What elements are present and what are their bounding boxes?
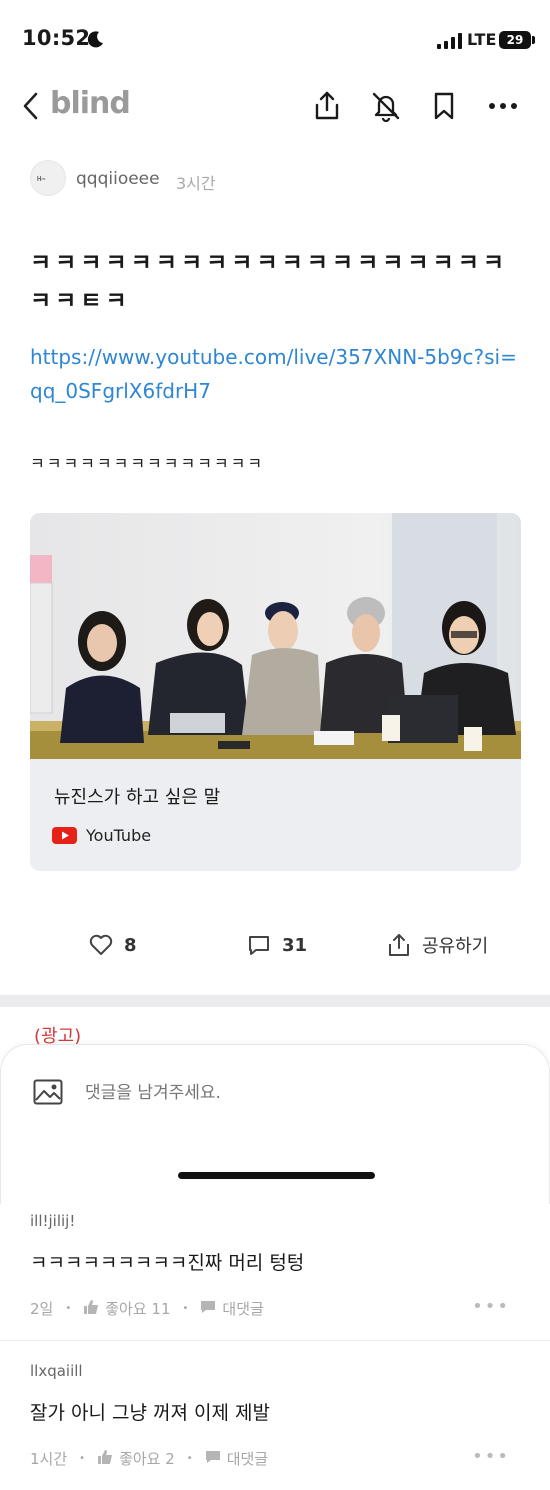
youtube-icon xyxy=(52,827,77,844)
comment-like-label: 좋아요 2 xyxy=(119,1450,175,1468)
card-source: YouTube xyxy=(86,826,152,845)
moon-icon xyxy=(87,31,103,48)
nav-bar: blind xyxy=(0,80,550,132)
comment-count: 31 xyxy=(282,934,308,956)
bell-off-icon[interactable] xyxy=(370,90,402,122)
comment-text: 잘가 아니 그냥 꺼져 이제 제발 xyxy=(30,1402,270,1424)
more-icon[interactable] xyxy=(487,90,519,122)
post-actions: 8 31 공유하기 xyxy=(0,925,550,965)
share-icon[interactable] xyxy=(311,90,343,122)
avatar: H⋯ xyxy=(30,160,66,196)
thumbs-up-icon xyxy=(98,1450,113,1464)
like-count: 8 xyxy=(124,934,137,956)
post-body: ㅋㅋㅋㅋㅋㅋㅋㅋㅋㅋㅋㅋㅋㅋ xyxy=(30,454,265,473)
like-button[interactable]: 8 xyxy=(88,929,137,961)
status-time: 10:52 xyxy=(22,26,91,50)
battery-icon: 29 xyxy=(499,31,531,49)
meta-separator: • xyxy=(79,1453,86,1464)
post-title: ㅋㅋㅋㅋㅋㅋㅋㅋㅋㅋㅋㅋㅋㅋㅋㅋㅋㅋㅋㅋㅋㅌㅋ xyxy=(30,250,509,314)
video-thumbnail xyxy=(30,513,521,759)
comment-time: 2일 xyxy=(30,1300,54,1318)
comment-like-button[interactable]: 좋아요 2 xyxy=(97,1448,175,1469)
comment-divider xyxy=(0,1340,550,1341)
image-icon[interactable] xyxy=(33,1079,63,1105)
comment-user[interactable]: ill!jilij! xyxy=(30,1212,75,1230)
status-bar: 10:52 LTE 29 xyxy=(0,0,550,80)
post-time: 3시간 xyxy=(176,174,216,193)
network-label: LTE xyxy=(467,30,497,49)
meta-separator: • xyxy=(182,1303,189,1314)
share-button[interactable]: 공유하기 xyxy=(386,929,488,961)
comment-meta: 2일 • 좋아요 11 • 대댓글 xyxy=(30,1298,264,1319)
author-name[interactable]: qqqiioeee xyxy=(76,169,160,189)
comment-time: 1시간 xyxy=(30,1450,68,1468)
comment-reply-button[interactable]: 대댓글 xyxy=(200,1298,264,1319)
comment-more-icon[interactable]: ••• xyxy=(472,1446,510,1467)
share-label: 공유하기 xyxy=(422,936,489,957)
home-indicator xyxy=(178,1172,375,1179)
comment-icon xyxy=(249,936,269,955)
bookmark-icon[interactable] xyxy=(428,90,460,122)
comment-reply-button[interactable]: 대댓글 xyxy=(205,1448,268,1469)
comment-meta: 1시간 • 좋아요 2 • 대댓글 xyxy=(30,1448,268,1469)
meta-separator: • xyxy=(65,1303,72,1314)
reply-icon xyxy=(205,1451,220,1463)
comment-button[interactable]: 31 xyxy=(246,929,307,961)
comment-reply-label: 대댓글 xyxy=(226,1450,269,1468)
comment-item: llxqaiill 잘가 아니 그냥 꺼져 이제 제발 1시간 • 좋아요 2 … xyxy=(0,1354,550,1490)
avatar-mark: H⋯ xyxy=(37,175,46,183)
back-icon[interactable] xyxy=(18,90,46,122)
post-link[interactable]: https://www.youtube.com/live/357XNN-5b9c… xyxy=(30,340,525,408)
share-icon xyxy=(389,934,409,956)
reply-icon xyxy=(201,1301,216,1313)
link-preview-card[interactable]: 뉴진스가 하고 싶은 말 YouTube xyxy=(30,513,521,871)
signal-icon xyxy=(437,33,462,49)
battery-cap xyxy=(532,36,535,44)
comment-input[interactable] xyxy=(85,1081,505,1105)
heart-icon xyxy=(89,934,113,955)
thumbs-up-icon xyxy=(84,1300,99,1314)
comment-user[interactable]: llxqaiill xyxy=(30,1362,83,1380)
battery-level: 29 xyxy=(506,33,524,47)
comment-reply-label: 대댓글 xyxy=(222,1300,264,1318)
comment-sheet xyxy=(0,1044,550,1204)
comment-text: ㅋㅋㅋㅋㅋㅋㅋㅋㅋ진짜 머리 텅텅 xyxy=(30,1252,305,1274)
card-title: 뉴진스가 하고 싶은 말 xyxy=(54,787,221,808)
comment-more-icon[interactable]: ••• xyxy=(472,1296,510,1317)
comment-like-label: 좋아요 11 xyxy=(105,1300,171,1318)
comment-item: ill!jilij! ㅋㅋㅋㅋㅋㅋㅋㅋㅋ진짜 머리 텅텅 2일 • 좋아요 11… xyxy=(0,1204,550,1342)
comment-like-button[interactable]: 좋아요 11 xyxy=(83,1298,171,1319)
section-divider xyxy=(0,995,550,1007)
brand-logo[interactable]: blind xyxy=(50,86,131,121)
meta-separator: • xyxy=(186,1453,193,1464)
